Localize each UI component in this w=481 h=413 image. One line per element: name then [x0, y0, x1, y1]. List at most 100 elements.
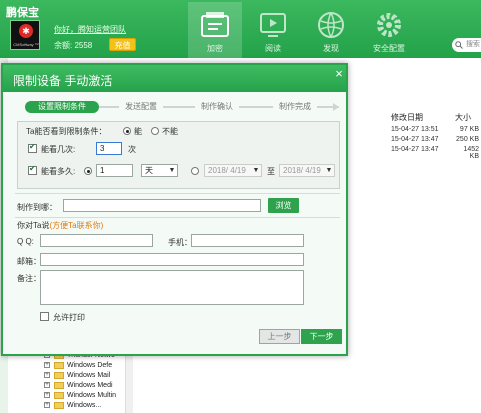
chevron-down-icon: ▼: [325, 167, 333, 174]
dialog-title: 限制设备 手动激活: [13, 74, 113, 88]
allow-print-label: 允许打印: [53, 313, 85, 322]
greeting-link[interactable]: 你好，腾知运营团队: [54, 24, 126, 35]
view-times-checkbox[interactable]: [28, 142, 37, 153]
save-to-label: 制作到哪：: [17, 203, 57, 212]
tab-encrypt-label: 加密: [207, 44, 223, 53]
prev-step-button[interactable]: 上一步: [259, 329, 300, 344]
restrict-device-dialog: 限制设备 手动激活 × 设置限制条件 发送配置 制作确认 制作完成 Ta能否看到…: [1, 63, 348, 356]
browse-button[interactable]: 浏览: [268, 198, 299, 213]
next-step-button[interactable]: 下一步: [301, 329, 342, 344]
column-header-size[interactable]: 大小: [452, 112, 481, 126]
tree-item-label: Windows Defe: [67, 361, 113, 369]
table-row[interactable]: 15-04-27 13:47 1452 KB: [388, 146, 481, 160]
close-icon[interactable]: ×: [333, 67, 345, 80]
discover-icon: [318, 12, 344, 38]
avatar-caption: CMSoftway ™: [13, 42, 39, 47]
tree-item[interactable]: + Windows Medi: [40, 380, 130, 390]
step-confirm: 制作确认: [195, 101, 239, 113]
tree-item[interactable]: + Windows Multin: [40, 390, 130, 400]
step-send-config: 发送配置: [119, 101, 163, 113]
search-placeholder: 搜索: [466, 41, 480, 48]
tree-item[interactable]: + Windows Defe: [40, 360, 130, 370]
arrow-right-icon: [333, 103, 339, 111]
logo-icon: ✱: [19, 24, 33, 38]
expand-icon[interactable]: +: [44, 382, 50, 388]
step-set-conditions: 设置限制条件: [25, 101, 99, 113]
file-table-header: 修改日期 大小: [388, 112, 481, 126]
column-header-date[interactable]: 修改日期: [388, 112, 452, 126]
divider: [15, 193, 340, 194]
tab-security-label: 安全配置: [373, 44, 405, 53]
qq-input[interactable]: [40, 234, 153, 247]
search-icon: [455, 41, 463, 49]
tab-read[interactable]: 阅读: [246, 2, 300, 58]
radio-visible-yes[interactable]: [123, 127, 131, 135]
email-label: 邮箱：: [17, 257, 41, 266]
step-complete: 制作完成: [273, 101, 317, 113]
chevron-down-icon: ▼: [168, 167, 176, 174]
recharge-button[interactable]: 充值: [109, 38, 136, 51]
radio-duration-range[interactable]: [191, 167, 199, 175]
date-from-picker[interactable]: 2018/ 4/19 ▼: [204, 164, 262, 177]
restrict-visible-label: Ta能否看到限制条件：: [26, 127, 107, 136]
table-row[interactable]: 15-04-27 13:51 97 KB: [388, 126, 481, 136]
avatar[interactable]: ✱ CMSoftway ™: [10, 20, 40, 50]
email-input[interactable]: [40, 253, 304, 266]
expand-icon[interactable]: +: [44, 402, 50, 408]
save-path-input[interactable]: [63, 199, 261, 212]
divider: [15, 217, 340, 218]
tree-item-label: Windows Multin: [67, 391, 117, 399]
date-to-label: 至: [267, 167, 275, 176]
tree-item[interactable]: + Windows...: [40, 400, 130, 410]
view-duration-checkbox[interactable]: [28, 164, 37, 175]
file-date: 15-04-27 13:47: [391, 146, 439, 153]
balance-text: 余额: 2558: [54, 41, 93, 50]
file-size: 250 KB: [456, 136, 479, 143]
folder-icon: [54, 401, 64, 409]
tab-encrypt[interactable]: 加密: [188, 2, 242, 58]
duration-input[interactable]: 1: [96, 164, 133, 177]
file-date: 15-04-27 13:47: [391, 136, 439, 143]
tree-item[interactable]: + Windows Mail: [40, 370, 130, 380]
remark-label: 备注：: [17, 274, 41, 283]
file-size: 97 KB: [459, 126, 479, 133]
expand-icon[interactable]: +: [44, 372, 50, 378]
file-table: 修改日期 大小 15-04-27 13:51 97 KB 15-04-27 13…: [388, 112, 481, 160]
view-times-input[interactable]: 3: [96, 142, 122, 155]
tab-read-label: 阅读: [265, 44, 281, 53]
search-input[interactable]: 搜索: [452, 38, 481, 52]
duration-unit-select[interactable]: 天 ▼: [141, 164, 178, 177]
view-times-unit: 次: [128, 145, 136, 154]
chevron-down-icon: ▼: [252, 167, 260, 174]
phone-input[interactable]: [191, 234, 304, 247]
expand-icon[interactable]: +: [44, 362, 50, 368]
radio-duration-relative[interactable]: [84, 167, 92, 175]
table-row[interactable]: 15-04-27 13:47 250 KB: [388, 136, 481, 146]
expand-icon[interactable]: +: [44, 392, 50, 398]
tab-discover[interactable]: 发现: [304, 2, 358, 58]
tab-security-settings[interactable]: 安全配置: [362, 2, 416, 58]
radio-visible-yes-label: 能: [134, 127, 142, 136]
top-bar: 鹏保宝 ✱ CMSoftway ™ 你好，腾知运营团队 余额: 2558 充值 …: [0, 0, 481, 58]
folder-icon: [54, 361, 64, 369]
tree-item-label: Windows Medi: [67, 381, 113, 389]
allow-print-checkbox[interactable]: [40, 312, 49, 321]
contact-hint-highlight: (方便Ta联系你): [49, 221, 104, 230]
step-indicator: 设置限制条件 发送配置 制作确认 制作完成: [11, 101, 341, 113]
view-duration-label: 能看多久:: [41, 167, 76, 176]
dialog-header: 限制设备 手动激活 ×: [3, 65, 346, 92]
date-from-value: 2018/ 4/19: [208, 166, 246, 175]
date-to-picker[interactable]: 2018/ 4/19 ▼: [279, 164, 335, 177]
radio-visible-no[interactable]: [151, 127, 159, 135]
radio-visible-no-label: 不能: [162, 127, 178, 136]
contact-hint: 你对Ta说(方便Ta联系你): [17, 220, 103, 231]
qq-label: Q Q:: [17, 237, 34, 246]
app-title: 鹏保宝: [6, 7, 39, 19]
tab-discover-label: 发现: [323, 44, 339, 53]
remark-textarea[interactable]: [40, 270, 304, 305]
gear-icon: [377, 13, 401, 37]
date-to-value: 2018/ 4/19: [283, 166, 321, 175]
folder-icon: [54, 371, 64, 379]
tree-item-label: Windows Mail: [67, 371, 111, 379]
read-icon: [260, 13, 286, 37]
